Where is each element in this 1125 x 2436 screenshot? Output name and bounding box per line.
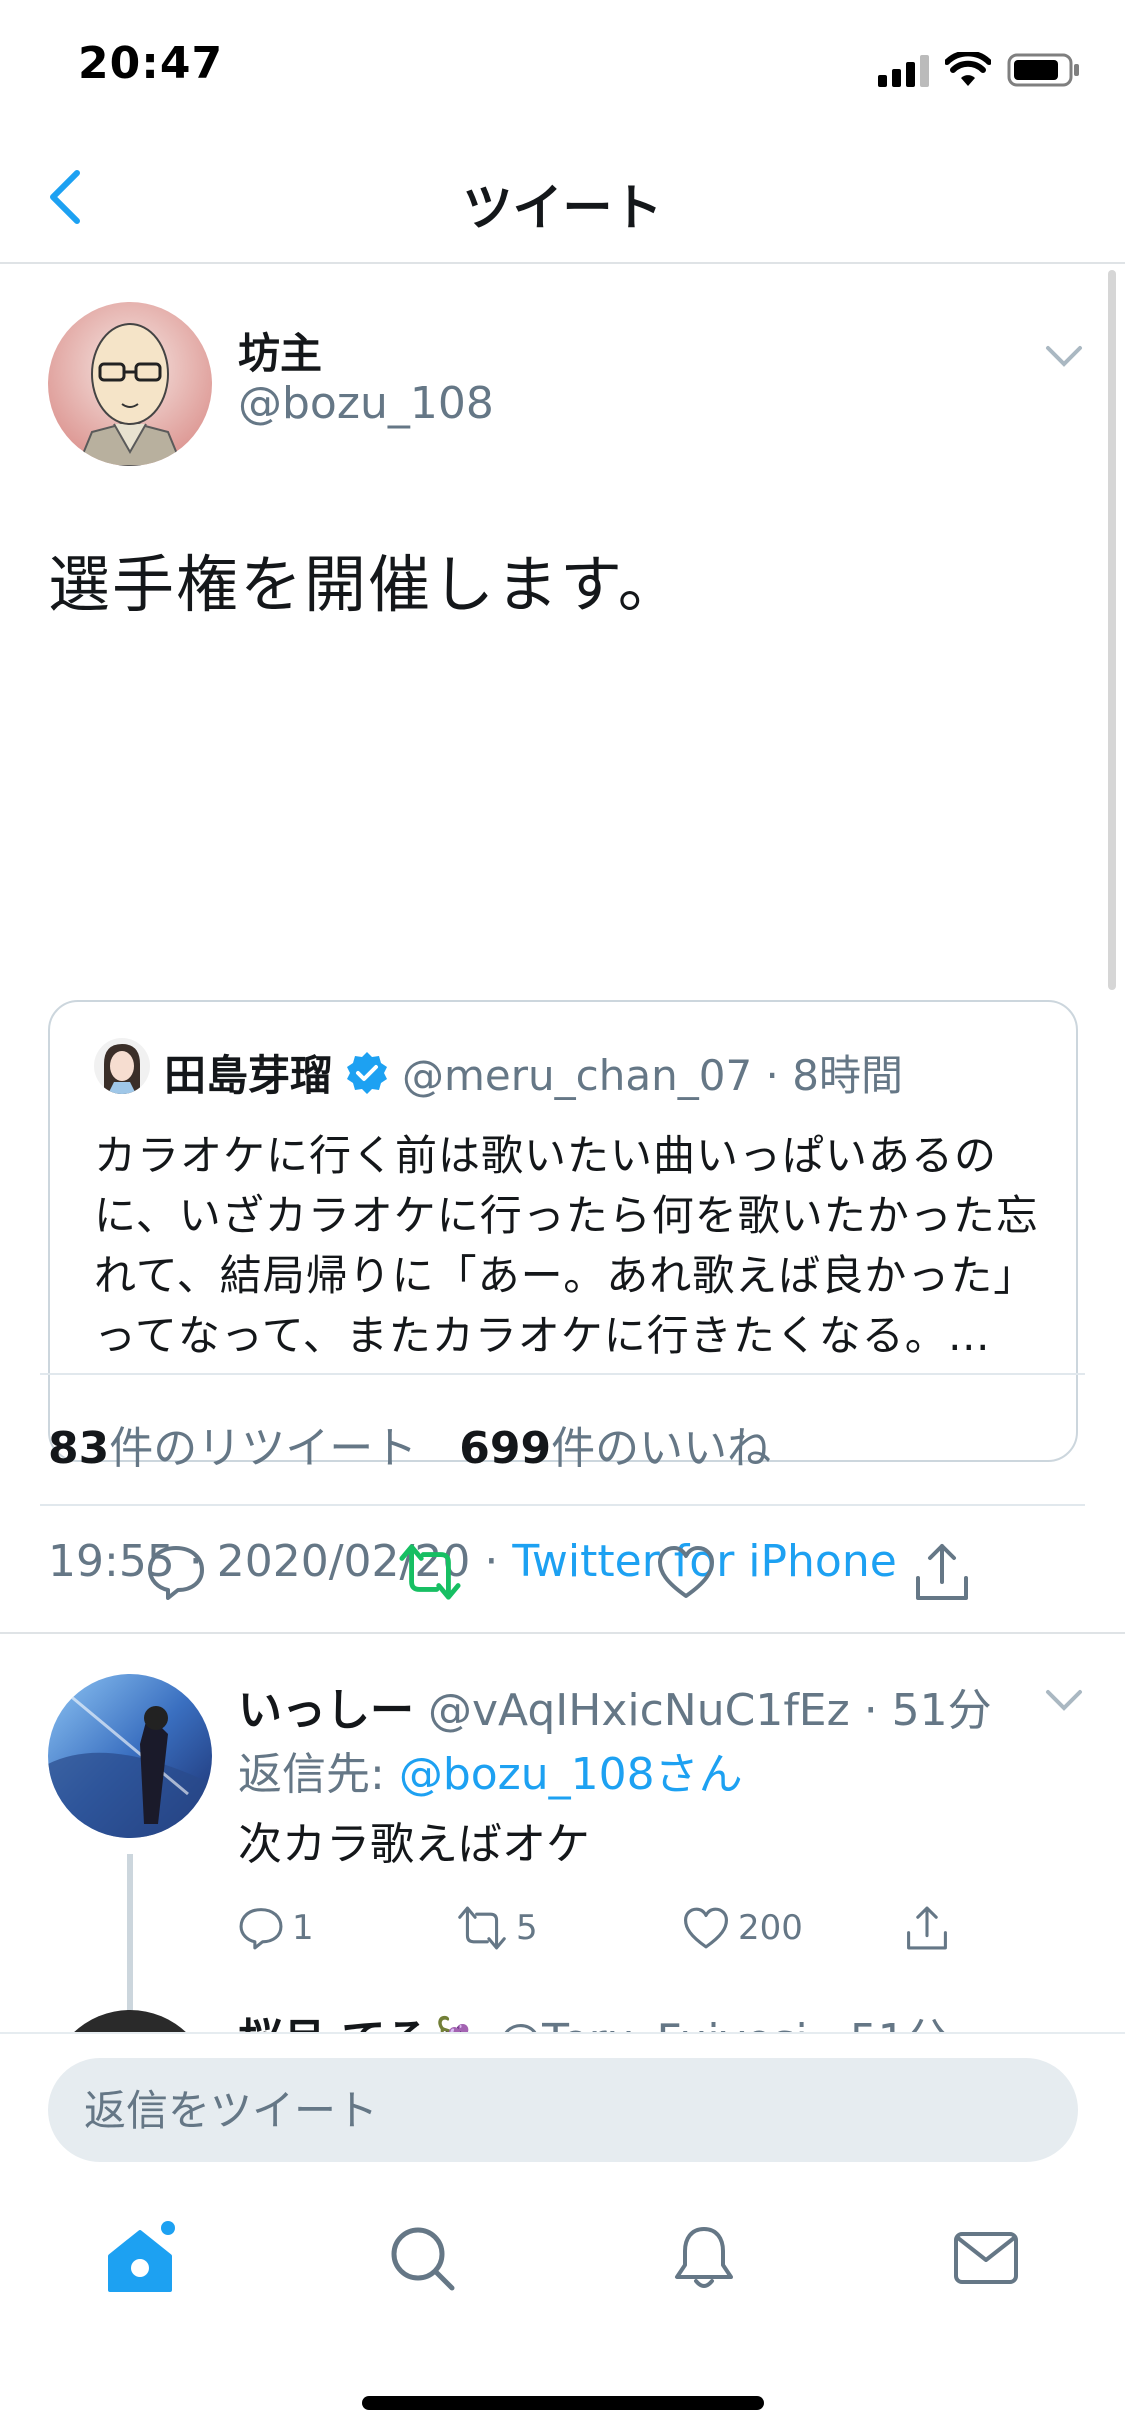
quote-handle-time: @meru_chan_07 · 8時間 [402,1051,903,1100]
search-icon [391,2227,455,2291]
heart-icon [684,1907,728,1949]
likes-stat[interactable]: 699件のいいね [459,1423,771,1474]
tab-notifications[interactable] [662,2216,746,2300]
share-icon [916,1544,968,1600]
page-title: ツイート [462,179,663,237]
reply-like-button[interactable]: 200 [682,1898,803,1958]
quoted-tweet-card[interactable]: 田島芽瑠 @meru_chan_07 · 8時間 カラオケに行く前は歌いたい曲い… [48,1000,1078,1462]
share-icon [907,1906,947,1950]
reply-share-button[interactable] [904,1898,950,1958]
retweet-button[interactable] [398,1540,462,1604]
reply-to-label: 返信先: [238,1749,399,1800]
reply-to-mention[interactable]: @bozu_108さん [399,1749,743,1800]
tab-bar [0,2182,1125,2352]
quote-header: 田島芽瑠 @meru_chan_07 · 8時間 [164,1042,903,1103]
home-icon [108,2221,175,2292]
retweets-label: 件のリツイート [109,1423,418,1474]
status-bar: 20:47 [0,0,1125,132]
reply-input[interactable] [48,2058,1078,2162]
reply-button[interactable] [144,1540,208,1604]
cellular-signal-icon [878,53,929,87]
reply-options-button[interactable] [1040,1680,1088,1720]
tweet-actions [0,1504,1125,1634]
retweet-icon [458,1906,506,1950]
reply-retweet-button[interactable]: 5 [456,1898,538,1958]
reply-composer [0,2032,1125,2182]
likes-count: 699 [459,1423,552,1474]
speech-bubble-icon [239,1908,283,1950]
reply-reply-button[interactable]: 1 [238,1898,314,1958]
mail-icon [954,2232,1018,2284]
tab-home[interactable] [98,2216,182,2300]
reply-tweet[interactable]: いっしー @vAqIHxicNuC1fEz · 51分 返信先: @bozu_1… [0,1636,1125,2036]
quote-author-name: 田島芽瑠 [164,1051,333,1100]
quote-avatar [94,1038,150,1094]
reply-actions: 1 5 200 [238,1898,998,1958]
reply-text: 次カラ歌えばオケ [238,1819,590,1870]
tweet-text: 選手権を開催します。 [48,548,682,621]
retweets-count: 83 [48,1423,110,1474]
nav-bar: ツイート [0,132,1125,264]
reply-header: いっしー @vAqIHxicNuC1fEz · 51分 [238,1674,992,1738]
retweet-icon [399,1544,461,1600]
reply-handle-time: @vAqIHxicNuC1fEz · 51分 [414,1685,992,1736]
bell-icon [675,2227,733,2288]
reply-avatar[interactable] [48,1674,212,1838]
tab-messages[interactable] [944,2216,1028,2300]
tweet-stats: 83件のリツイート 699件のいいね [48,1412,771,1476]
home-indicator [362,2396,764,2410]
retweets-stat[interactable]: 83件のリツイート [48,1423,417,1474]
like-button[interactable] [654,1540,718,1604]
quote-text: カラオケに行く前は歌いたい曲いっぱいあるのに、いざカラオケに行ったら何を歌いたか… [94,1131,1039,1360]
tweet-options-button[interactable] [1040,336,1088,376]
speech-bubble-icon [148,1546,204,1600]
heart-icon [658,1546,714,1598]
author-avatar[interactable] [48,302,212,466]
chevron-down-icon [1046,1690,1082,1711]
likes-label: 件のいいね [551,1423,772,1474]
scrollbar[interactable] [1108,270,1116,990]
reply-author-name[interactable]: いっしー [238,1685,414,1736]
battery-icon [1007,53,1079,87]
tab-search[interactable] [380,2216,464,2300]
reply-retweet-count: 5 [516,1908,538,1948]
reply-like-count: 200 [738,1908,803,1948]
status-icons [878,50,1081,90]
verified-badge-icon [347,1051,388,1094]
wifi-icon [945,52,991,86]
divider [40,1373,1085,1375]
next-reply-tweet[interactable]: 桜月 てる🍇 @Teru_Fujyosi · 51分 [0,2000,1125,2036]
share-button[interactable] [910,1540,974,1604]
status-time: 20:47 [78,38,224,89]
author-name[interactable]: 坊主 [238,320,322,381]
author-handle[interactable]: @bozu_108 [238,378,494,429]
reply-reply-count: 1 [292,1908,314,1948]
chevron-down-icon [1046,346,1082,367]
reply-to-line: 返信先: @bozu_108さん [238,1738,743,1802]
